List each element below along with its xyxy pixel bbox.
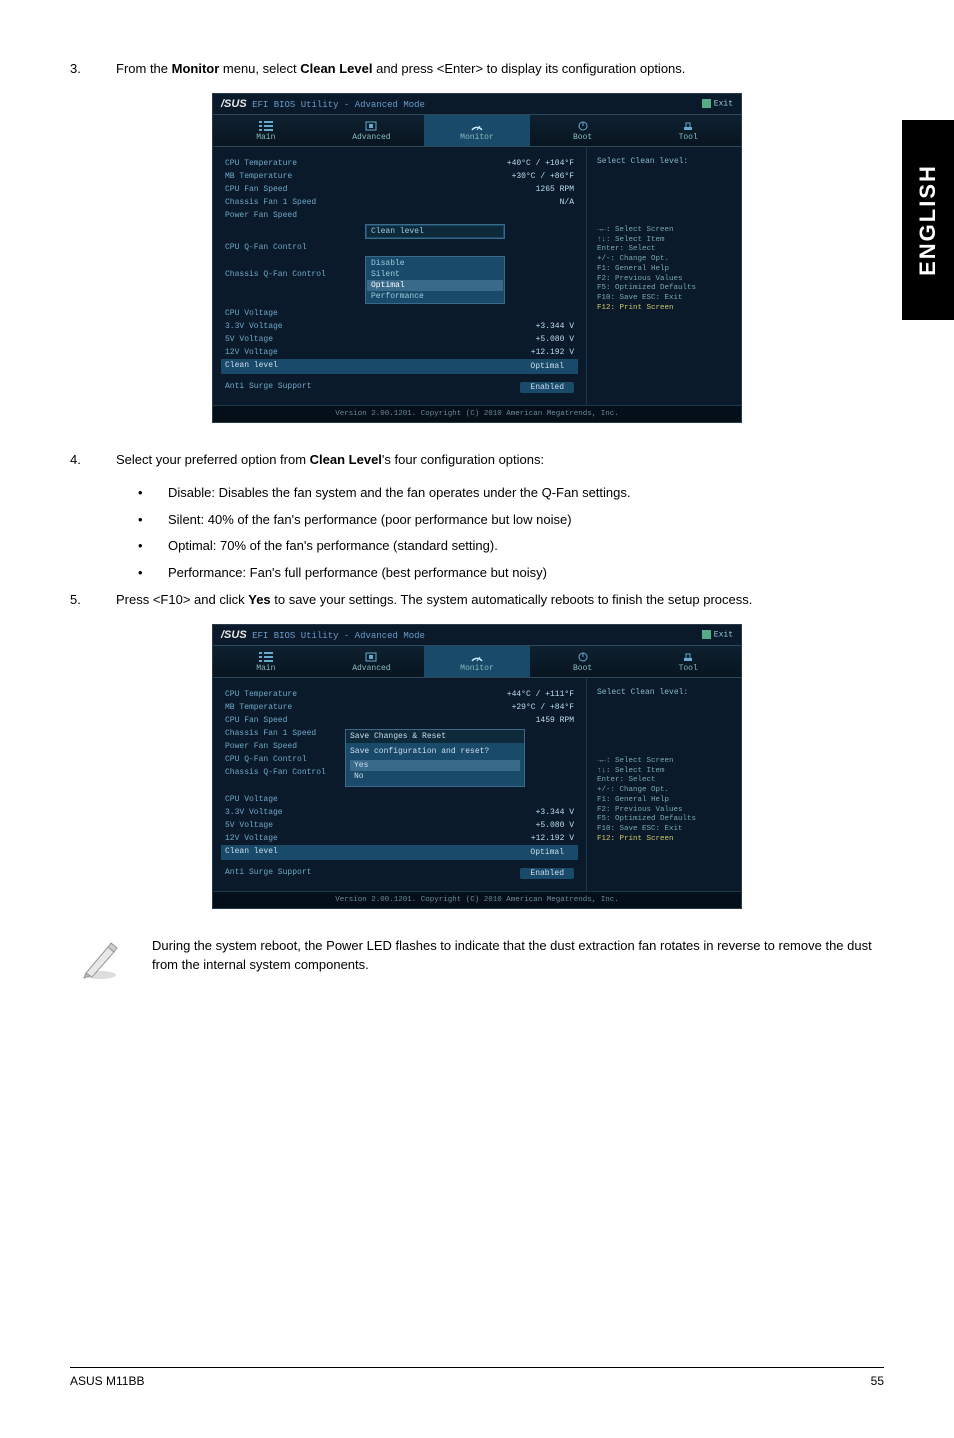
row-cpu-temp: CPU Temperature+44°C / +111°F: [225, 688, 574, 701]
bios-menu: Main Advanced Monitor Boot Tool: [213, 114, 741, 147]
bullet-optimal: Optimal: 70% of the fan's performance (s…: [168, 537, 498, 556]
row-mb-temp: MB Temperature+29°C / +84°F: [225, 701, 574, 714]
row-3v: 3.3V Voltage+3.344 V: [225, 806, 574, 819]
exit-icon: [702, 630, 711, 639]
bios-footer: Version 2.00.1201. Copyright (C) 2010 Am…: [213, 891, 741, 908]
row-cpu-qfan[interactable]: CPU Q-Fan Control: [225, 241, 574, 254]
tab-tool[interactable]: Tool: [635, 646, 741, 677]
footer-page: 55: [871, 1374, 884, 1388]
tab-monitor[interactable]: Monitor: [424, 115, 530, 146]
row-cpu-temp: CPU Temperature+40°C / +104°F: [225, 157, 574, 170]
row-chassis-fan: Chassis Fan 1 SpeedN/A: [225, 196, 574, 209]
row-power-fan: Power Fan Speed: [225, 209, 574, 222]
clean-level-dropdown-label: Clean level: [365, 224, 505, 239]
tab-monitor[interactable]: Monitor: [424, 646, 530, 677]
row-12v: 12V Voltage+12.192 V: [225, 346, 574, 359]
row-anti-surge[interactable]: Anti Surge SupportEnabled: [225, 380, 574, 395]
bios-left-panel: CPU Temperature+44°C / +111°F MB Tempera…: [213, 678, 586, 891]
power-icon: [576, 652, 590, 662]
list-icon: [259, 121, 273, 131]
bios-help-panel: Select Clean level: →←: Select Screen↑↓:…: [586, 147, 741, 405]
note-block: During the system reboot, the Power LED …: [70, 937, 884, 981]
bios-screenshot-1: /SUS EFI BIOS Utility - Advanced Mode Ex…: [212, 93, 742, 423]
pencil-icon: [78, 937, 122, 981]
row-5v: 5V Voltage+5.080 V: [225, 333, 574, 346]
tab-advanced[interactable]: Advanced: [319, 646, 425, 677]
bios-help-panel: Select Clean level: →←: Select Screen↑↓:…: [586, 678, 741, 891]
row-cpu-fan: CPU Fan Speed1459 RPM: [225, 714, 574, 727]
chip-icon: [364, 652, 378, 662]
tab-main[interactable]: Main: [213, 646, 319, 677]
bios-titlebar: /SUS EFI BIOS Utility - Advanced Mode Ex…: [213, 625, 741, 645]
tool-icon: [681, 652, 695, 662]
step-number: 3.: [70, 60, 116, 79]
row-cpu-voltage: CPU Voltage: [225, 793, 574, 806]
step-5: 5. Press <F10> and click Yes to save you…: [70, 591, 884, 610]
key-hints: →←: Select Screen↑↓: Select ItemEnter: S…: [597, 757, 731, 845]
dialog-title: Save Changes & Reset: [346, 730, 524, 743]
help-title: Select Clean level:: [597, 688, 731, 697]
key-hints: →←: Select Screen↑↓: Select ItemEnter: S…: [597, 226, 731, 314]
chip-icon: [364, 121, 378, 131]
tab-boot[interactable]: Boot: [530, 646, 636, 677]
bios-menu: Main Advanced Monitor Boot Tool: [213, 645, 741, 678]
row-12v: 12V Voltage+12.192 V: [225, 832, 574, 845]
row-clean-level[interactable]: Clean levelOptimal: [221, 359, 578, 374]
page-footer: ASUS M11BB 55: [70, 1367, 884, 1388]
tool-icon: [681, 121, 695, 131]
bullet-silent: Silent: 40% of the fan's performance (po…: [168, 511, 572, 530]
gauge-icon: [470, 652, 484, 662]
step-4: 4. Select your preferred option from Cle…: [70, 451, 884, 470]
row-chassis-qfan[interactable]: Chassis Q-Fan Control: [225, 766, 574, 779]
tab-tool[interactable]: Tool: [635, 115, 741, 146]
list-icon: [259, 652, 273, 662]
bios-screenshot-2: /SUS EFI BIOS Utility - Advanced Mode Ex…: [212, 624, 742, 909]
step-3: 3. From the Monitor menu, select Clean L…: [70, 60, 884, 79]
bios-left-panel: CPU Temperature+40°C / +104°F MB Tempera…: [213, 147, 586, 405]
bullet-performance: Performance: Fan's full performance (bes…: [168, 564, 547, 583]
row-3v: 3.3V Voltage+3.344 V: [225, 320, 574, 333]
help-title: Select Clean level:: [597, 157, 731, 166]
exit-icon: [702, 99, 711, 108]
row-cpu-fan: CPU Fan Speed1265 RPM: [225, 183, 574, 196]
opt-performance[interactable]: Performance: [367, 291, 503, 302]
row-anti-surge[interactable]: Anti Surge SupportEnabled: [225, 866, 574, 881]
footer-model: ASUS M11BB: [70, 1374, 144, 1388]
bullet-disable: Disable: Disables the fan system and the…: [168, 484, 630, 503]
tab-advanced[interactable]: Advanced: [319, 115, 425, 146]
row-cpu-voltage: CPU Voltage: [225, 307, 574, 320]
power-icon: [576, 121, 590, 131]
exit-button[interactable]: Exit: [702, 99, 733, 109]
note-text: During the system reboot, the Power LED …: [152, 937, 876, 975]
tab-main[interactable]: Main: [213, 115, 319, 146]
gauge-icon: [470, 121, 484, 131]
exit-button[interactable]: Exit: [702, 630, 733, 640]
bios-titlebar: /SUS EFI BIOS Utility - Advanced Mode Ex…: [213, 94, 741, 114]
opt-optimal[interactable]: Optimal: [367, 280, 503, 291]
step-number: 5.: [70, 591, 116, 610]
language-tab: ENGLISH: [902, 120, 954, 320]
row-5v: 5V Voltage+5.080 V: [225, 819, 574, 832]
row-mb-temp: MB Temperature+30°C / +86°F: [225, 170, 574, 183]
row-clean-level[interactable]: Clean levelOptimal: [221, 845, 578, 860]
step-number: 4.: [70, 451, 116, 470]
bios-footer: Version 2.00.1201. Copyright (C) 2010 Am…: [213, 405, 741, 422]
tab-boot[interactable]: Boot: [530, 115, 636, 146]
option-list: •Disable: Disables the fan system and th…: [70, 484, 884, 583]
